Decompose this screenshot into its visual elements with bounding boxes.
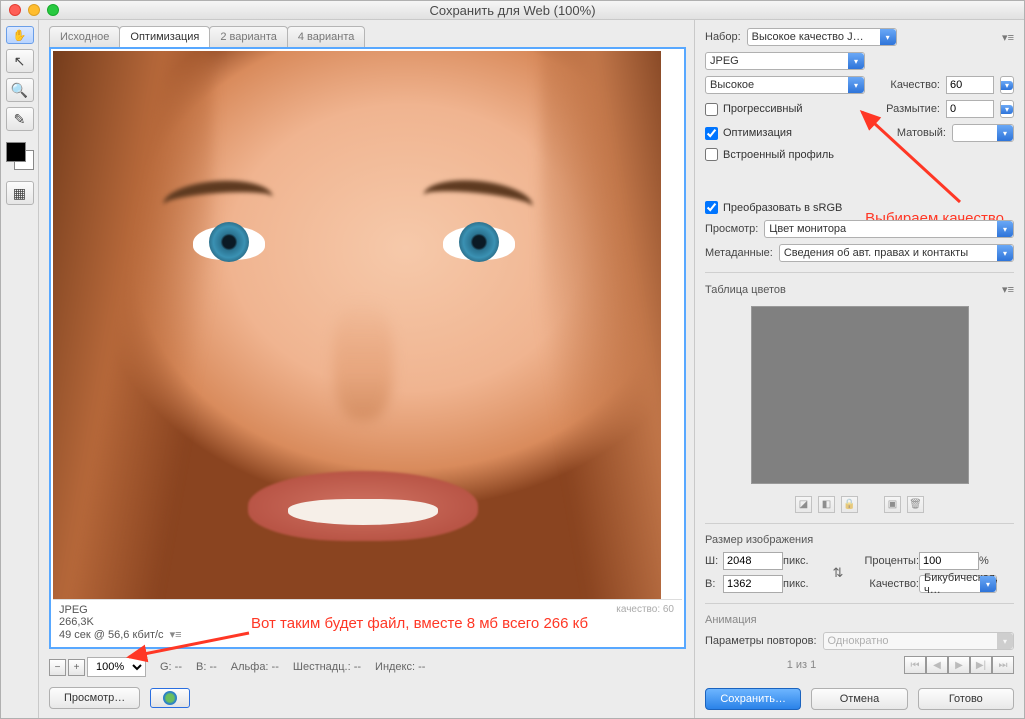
info-time: 49 сек @ 56,6 кбит/с — [59, 629, 164, 641]
ct-shift-icon[interactable]: ◧ — [818, 496, 835, 513]
percent-field[interactable] — [919, 552, 979, 570]
color-table-tools: ◪ ◧ 🔒 ▣ 🗑 — [705, 496, 1014, 513]
preset-label: Набор: — [705, 31, 741, 43]
last-frame-button: ⏭ — [992, 656, 1014, 674]
quality-stepper[interactable]: ▾ — [1000, 76, 1014, 94]
zoom-in-button[interactable]: + — [68, 659, 85, 676]
preset-select[interactable]: Высокое качество J…▾ — [747, 28, 897, 46]
optimized-checkbox[interactable]: Оптимизация — [705, 127, 792, 140]
color-table-title: Таблица цветов — [705, 284, 786, 296]
animation-title: Анимация — [705, 614, 1014, 626]
ct-new-icon[interactable]: ▣ — [884, 496, 901, 513]
next-frame-button: ▶| — [970, 656, 992, 674]
preview-tabs: Исходное Оптимизация 2 варианта 4 вариан… — [49, 26, 686, 47]
matte-select[interactable]: ▾ — [952, 124, 1014, 142]
progressive-checkbox[interactable]: Прогрессивный — [705, 103, 803, 116]
window-title: Сохранить для Web (100%) — [1, 3, 1024, 18]
ct-lock-icon[interactable]: 🔒 — [841, 496, 858, 513]
image-size-title: Размер изображения — [705, 534, 1014, 546]
info-strip: JPEG 266,3K 49 сек @ 56,6 кбит/с ▾≡ качес… — [53, 599, 682, 645]
first-frame-button: ⏮ — [904, 656, 926, 674]
hand-tool[interactable]: ✋ — [6, 26, 34, 44]
zoom-tool[interactable]: 🔍 — [6, 78, 34, 102]
height-label: В: — [705, 578, 723, 590]
eyedropper-tool[interactable]: ✎ — [6, 107, 34, 131]
preview-mode-select[interactable]: Цвет монитора▾ — [764, 220, 1014, 238]
zoom-out-button[interactable]: − — [49, 659, 66, 676]
tab-original[interactable]: Исходное — [49, 26, 120, 47]
preview-frame: JPEG 266,3K 49 сек @ 56,6 кбит/с ▾≡ качес… — [49, 47, 686, 649]
quality-field[interactable] — [946, 76, 994, 94]
metadata-select[interactable]: Сведения об авт. правах и контакты▾ — [779, 244, 1014, 262]
status-bar: − + 100% G: -- B: -- Альфа: -- Шестнадц.… — [49, 657, 686, 677]
tool-column: ✋ ↖ 🔍 ✎ ▦ — [1, 20, 39, 718]
readout-hex: Шестнадц.: -- — [293, 661, 361, 673]
readout-alpha: Альфа: -- — [231, 661, 279, 673]
frame-indicator: 1 из 1 — [705, 659, 898, 671]
save-button[interactable]: Сохранить… — [705, 688, 801, 710]
ct-trash-icon[interactable]: 🗑 — [907, 496, 924, 513]
flyout-icon[interactable]: ▾≡ — [170, 628, 182, 641]
blur-label: Размытие: — [886, 103, 940, 115]
metadata-label: Метаданные: — [705, 247, 773, 259]
done-button[interactable]: Готово — [918, 688, 1014, 710]
prev-frame-button: ◀ — [926, 656, 948, 674]
preview-button[interactable]: Просмотр… — [49, 687, 140, 709]
info-size: 266,3K — [59, 616, 676, 628]
settings-panel: Набор: Высокое качество J…▾ ▾≡ JPEG▾ Выс… — [694, 20, 1024, 718]
info-format: JPEG — [59, 604, 676, 616]
percent-label: Проценты: — [855, 555, 919, 567]
zoom-select[interactable]: 100% — [87, 657, 146, 677]
resample-label: Качество: — [855, 578, 919, 590]
format-select[interactable]: JPEG▾ — [705, 52, 865, 70]
slice-select-tool[interactable]: ↖ — [6, 49, 34, 73]
blur-field[interactable] — [946, 100, 994, 118]
color-table — [751, 306, 969, 484]
panel-flyout-icon[interactable]: ▾≡ — [1002, 31, 1014, 44]
readout-b: B: -- — [196, 661, 217, 673]
tab-4up[interactable]: 4 варианта — [287, 26, 366, 47]
quality-label: Качество: — [890, 79, 940, 91]
tab-2up[interactable]: 2 варианта — [209, 26, 288, 47]
tab-optimized[interactable]: Оптимизация — [119, 26, 210, 47]
quality-readout: качество: 60 — [616, 604, 674, 615]
width-label: Ш: — [705, 555, 723, 567]
readout-index: Индекс: -- — [375, 661, 425, 673]
height-field[interactable] — [723, 575, 783, 593]
ct-eyedrop-icon[interactable]: ◪ — [795, 496, 812, 513]
titlebar: Сохранить для Web (100%) — [1, 1, 1024, 20]
readout-g: G: -- — [160, 661, 182, 673]
image-preview[interactable] — [53, 51, 661, 599]
color-swatch[interactable] — [6, 142, 34, 170]
loop-label: Параметры повторов: — [705, 635, 817, 647]
cancel-button[interactable]: Отмена — [811, 688, 907, 710]
play-button: ▶ — [948, 656, 970, 674]
preview-mode-label: Просмотр: — [705, 223, 758, 235]
srgb-checkbox[interactable]: Преобразовать в sRGB — [705, 201, 842, 214]
colortable-flyout-icon[interactable]: ▾≡ — [1002, 283, 1014, 296]
loop-select: Однократно▾ — [823, 632, 1014, 650]
width-field[interactable] — [723, 552, 783, 570]
toggle-slices-icon[interactable]: ▦ — [6, 181, 34, 205]
matte-label: Матовый: — [897, 127, 946, 139]
embed-profile-checkbox[interactable]: Встроенный профиль — [705, 148, 834, 161]
quality-preset-select[interactable]: Высокое▾ — [705, 76, 865, 94]
browser-select[interactable] — [150, 688, 190, 708]
resample-select[interactable]: Бикубическая, ч…▾ — [919, 575, 997, 593]
blur-stepper[interactable]: ▾ — [1000, 100, 1014, 118]
globe-icon — [163, 691, 177, 705]
link-icon[interactable]: ⇅ — [831, 565, 845, 581]
